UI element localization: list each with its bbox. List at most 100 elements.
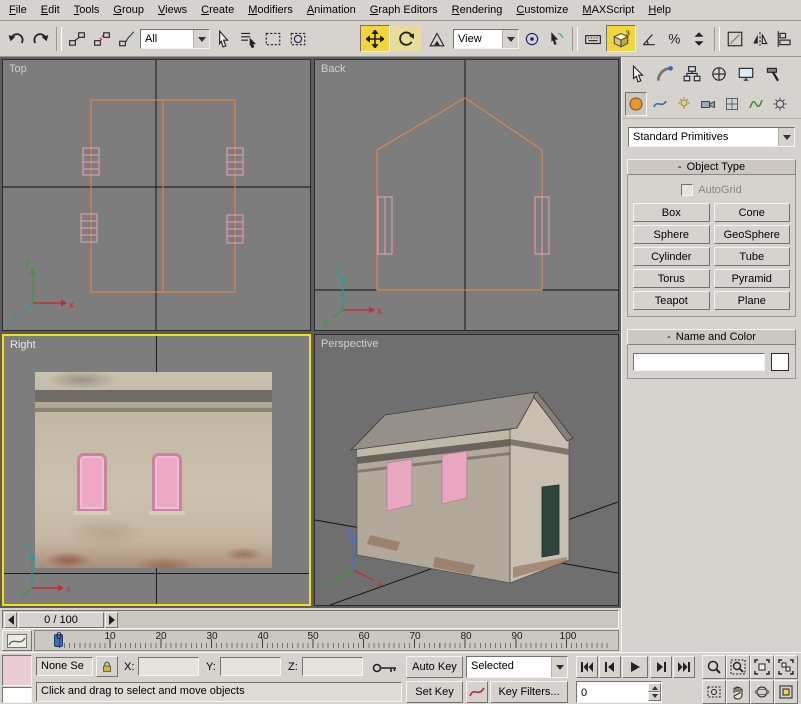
house-object-back-wireframe[interactable] [377, 98, 542, 290]
selection-lock-button[interactable] [96, 656, 118, 677]
object-color-swatch[interactable] [771, 353, 789, 371]
zoom-extents-all-icon[interactable] [774, 655, 798, 679]
window-objects-top[interactable] [81, 148, 243, 243]
go-to-end-button[interactable] [673, 656, 695, 678]
unlink-icon[interactable] [90, 25, 114, 52]
torus-button[interactable]: Torus [633, 269, 710, 288]
maxscript-mini-listener-pane[interactable] [2, 687, 32, 703]
go-to-start-button[interactable] [576, 656, 598, 678]
pan-hand-icon[interactable] [726, 680, 750, 704]
cylinder-button[interactable]: Cylinder [633, 247, 710, 266]
play-button[interactable] [622, 656, 648, 678]
object-name-input[interactable] [633, 353, 765, 371]
menu-tools[interactable]: Tools [67, 1, 107, 19]
arc-rotate-icon[interactable] [750, 680, 774, 704]
spinner-snap-icon[interactable] [687, 25, 711, 52]
menu-help[interactable]: Help [641, 1, 678, 19]
select-link-icon[interactable] [65, 25, 89, 52]
time-slider-track[interactable]: 0 / 100 [2, 610, 619, 629]
motion-tab[interactable] [706, 61, 731, 87]
redo-icon[interactable] [29, 25, 53, 52]
lights-category-icon[interactable] [673, 92, 695, 116]
dropdown-arrow-icon[interactable] [502, 30, 518, 48]
select-object-icon[interactable] [211, 25, 235, 52]
keyboard-override-icon[interactable] [581, 25, 605, 52]
rotate-tool-icon[interactable] [391, 25, 421, 52]
sphere-button[interactable]: Sphere [633, 225, 710, 244]
named-selection-sets-icon[interactable] [723, 25, 747, 52]
mini-curve-editor-button[interactable] [2, 630, 32, 651]
window-crossing-icon[interactable] [286, 25, 310, 52]
menu-rendering[interactable]: Rendering [445, 1, 510, 19]
dropdown-arrow-icon[interactable] [778, 128, 794, 146]
move-tool-icon[interactable] [360, 25, 390, 52]
menu-maxscript[interactable]: MAXScript [575, 1, 641, 19]
set-key-button[interactable]: Set Key [406, 681, 463, 703]
utilities-tab[interactable] [760, 61, 785, 87]
zoom-region-icon[interactable] [702, 680, 726, 704]
mirror-icon[interactable] [748, 25, 772, 52]
menu-edit[interactable]: Edit [34, 1, 67, 19]
previous-frame-button[interactable] [599, 656, 621, 678]
use-center-icon[interactable] [520, 25, 544, 52]
z-coord-field[interactable] [302, 657, 363, 676]
next-frame-arrow-button[interactable] [105, 612, 118, 628]
door-object[interactable] [542, 485, 559, 557]
name-color-rollout-header[interactable]: - Name and Color [627, 329, 796, 345]
menu-graph-editors[interactable]: Graph Editors [363, 1, 445, 19]
cone-button[interactable]: Cone [714, 203, 791, 222]
tube-button[interactable]: Tube [714, 247, 791, 266]
display-tab[interactable] [733, 61, 758, 87]
menu-create[interactable]: Create [194, 1, 241, 19]
menu-views[interactable]: Views [151, 1, 194, 19]
select-manipulate-icon[interactable] [545, 25, 569, 52]
auto-key-button[interactable]: Auto Key [406, 656, 463, 678]
prev-frame-arrow-button[interactable] [4, 612, 17, 628]
hierarchy-tab[interactable] [679, 61, 704, 87]
frame-spinner[interactable] [648, 683, 661, 701]
autogrid-checkbox[interactable] [681, 184, 693, 196]
menu-animation[interactable]: Animation [300, 1, 363, 19]
viewport-top-canvas[interactable]: y x z [3, 60, 310, 330]
cameras-category-icon[interactable] [697, 92, 719, 116]
plane-button[interactable]: Plane [714, 291, 791, 310]
bind-spacewarp-icon[interactable] [115, 25, 139, 52]
coord-system-dropdown[interactable]: View [453, 29, 519, 49]
modify-tab[interactable] [652, 61, 677, 87]
window-objects-back[interactable] [378, 197, 549, 254]
rect-selection-region-icon[interactable] [261, 25, 285, 52]
menu-customize[interactable]: Customize [509, 1, 575, 19]
key-target-dropdown[interactable]: Selected [466, 656, 568, 678]
time-slider-handle[interactable]: 0 / 100 [18, 612, 104, 628]
pyramid-button[interactable]: Pyramid [714, 269, 791, 288]
primitives-dropdown[interactable]: Standard Primitives [628, 127, 795, 147]
viewport-back[interactable]: Back z x [314, 59, 619, 331]
object-type-rollout-header[interactable]: - Object Type [627, 159, 796, 175]
y-coord-field[interactable] [220, 657, 281, 676]
select-by-name-icon[interactable] [236, 25, 260, 52]
window-object-left[interactable] [77, 453, 107, 512]
zoom-icon[interactable] [702, 655, 726, 679]
dropdown-arrow-icon[interactable] [193, 30, 209, 48]
align-icon[interactable] [773, 25, 797, 52]
x-coord-field[interactable] [138, 657, 199, 676]
menu-file[interactable]: File [2, 1, 34, 19]
viewport-back-canvas[interactable]: z x y [315, 60, 618, 330]
scale-tool-icon[interactable] [422, 25, 452, 52]
dropdown-arrow-icon[interactable] [551, 657, 567, 677]
maxscript-macro-recorder-pane[interactable] [2, 655, 32, 686]
selection-filter-dropdown[interactable]: All [140, 29, 210, 49]
helpers-category-icon[interactable] [721, 92, 743, 116]
house-object-textured-wall[interactable] [35, 372, 272, 568]
viewport-perspective[interactable]: Perspective [314, 334, 619, 606]
viewport-right[interactable]: Right z x [2, 334, 311, 606]
key-filters-button[interactable]: Key Filters... [490, 681, 568, 703]
space-warps-category-icon[interactable] [745, 92, 767, 116]
current-frame-field[interactable]: 0 [576, 681, 662, 703]
angle-snap-icon[interactable] [637, 25, 661, 52]
menu-modifiers[interactable]: Modifiers [241, 1, 300, 19]
zoom-all-icon[interactable] [726, 655, 750, 679]
next-frame-button[interactable] [650, 656, 672, 678]
viewport-perspective-canvas[interactable]: z x y [315, 335, 618, 605]
percent-snap-icon[interactable]: % [662, 25, 686, 52]
